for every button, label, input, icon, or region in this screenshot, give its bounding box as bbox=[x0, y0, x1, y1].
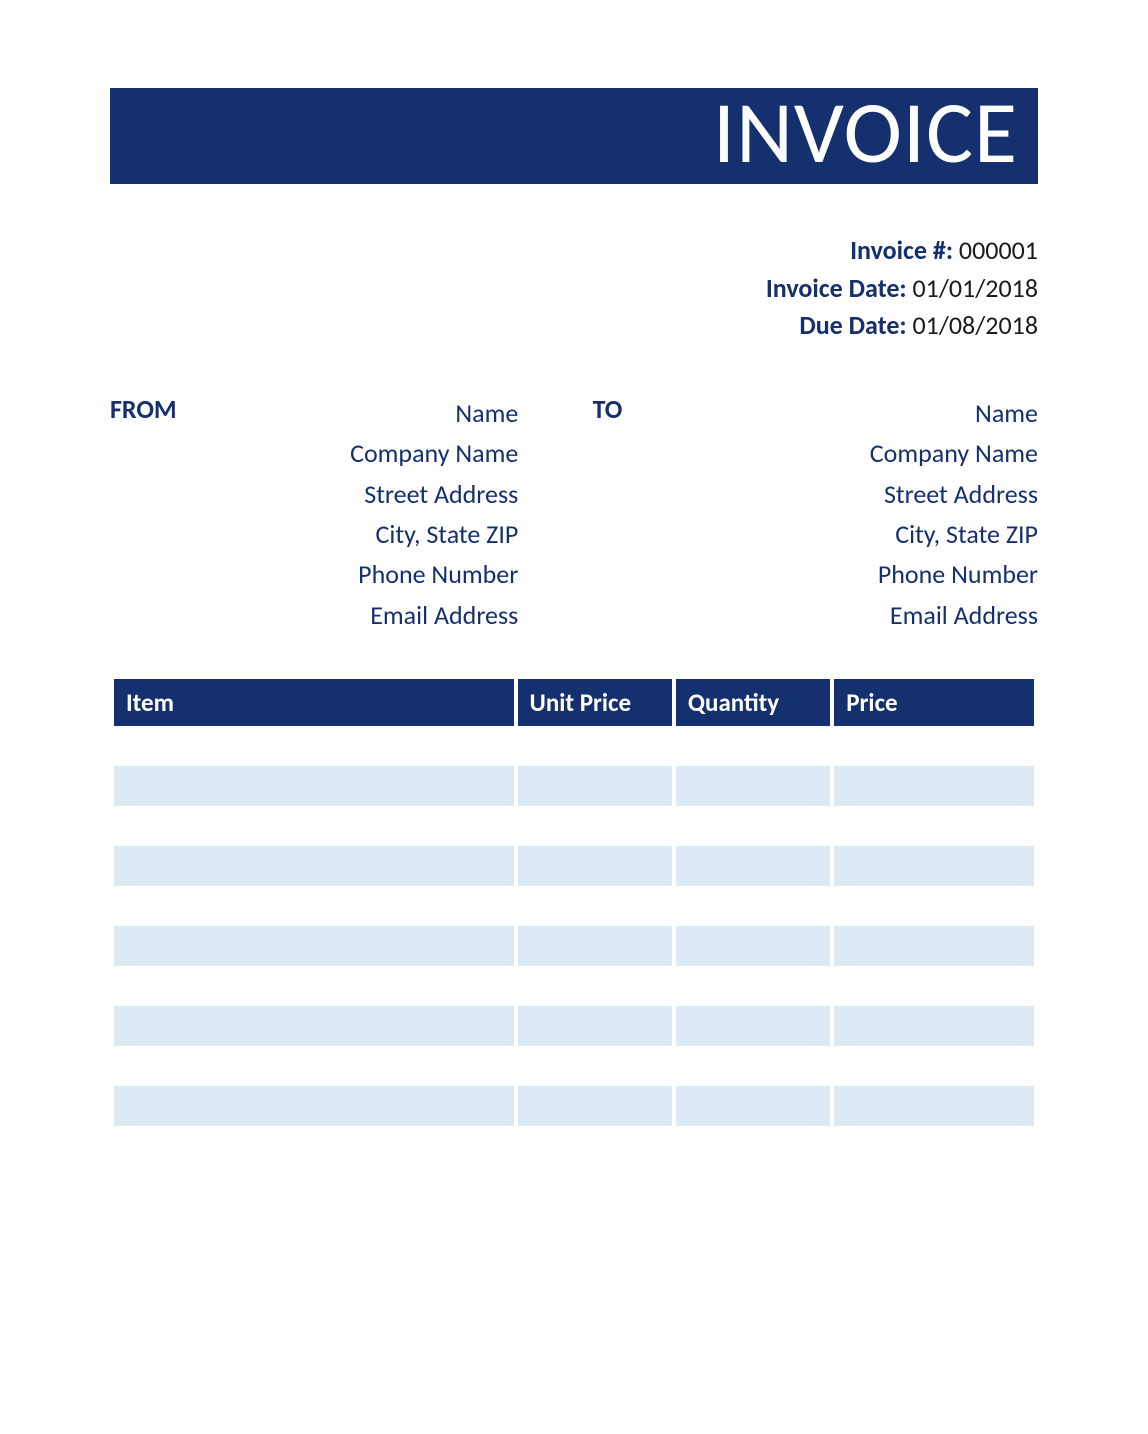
table-row bbox=[114, 766, 1034, 806]
cell-unit-price bbox=[518, 806, 672, 846]
invoice-date-line: Invoice Date: 01/01/2018 bbox=[110, 270, 1038, 308]
cell-price bbox=[834, 1086, 1034, 1126]
to-company: Company Name bbox=[697, 433, 1038, 473]
invoice-meta: Invoice #: 000001 Invoice Date: 01/01/20… bbox=[110, 232, 1038, 345]
table-row bbox=[114, 726, 1034, 766]
from-company: Company Name bbox=[214, 433, 518, 473]
cell-price bbox=[834, 966, 1034, 1006]
invoice-number-label: Invoice #: bbox=[850, 234, 953, 266]
cell-quantity bbox=[676, 806, 830, 846]
table-row bbox=[114, 966, 1034, 1006]
to-block: TO Name Company Name Street Address City… bbox=[593, 393, 1038, 635]
to-email: Email Address bbox=[697, 595, 1038, 635]
cell-unit-price bbox=[518, 766, 672, 806]
cell-unit-price bbox=[518, 966, 672, 1006]
cell-price bbox=[834, 1126, 1034, 1166]
invoice-date-value: 01/01/2018 bbox=[912, 272, 1038, 304]
cell-price bbox=[834, 846, 1034, 886]
cell-quantity bbox=[676, 1086, 830, 1126]
cell-item bbox=[114, 1086, 514, 1126]
invoice-page: INVOICE Invoice #: 000001 Invoice Date: … bbox=[0, 0, 1148, 1206]
cell-unit-price bbox=[518, 846, 672, 886]
cell-item bbox=[114, 766, 514, 806]
from-fields: Name Company Name Street Address City, S… bbox=[214, 393, 518, 635]
from-city-state-zip: City, State ZIP bbox=[214, 514, 518, 554]
from-name: Name bbox=[214, 393, 518, 433]
cell-quantity bbox=[676, 1126, 830, 1166]
cell-quantity bbox=[676, 966, 830, 1006]
table-row bbox=[114, 1086, 1034, 1126]
from-street: Street Address bbox=[214, 474, 518, 514]
party-row: FROM Name Company Name Street Address Ci… bbox=[110, 393, 1038, 635]
header-unit-price: Unit Price bbox=[518, 679, 672, 726]
table-header-row: Item Unit Price Quantity Price bbox=[114, 679, 1034, 726]
table-row bbox=[114, 926, 1034, 966]
from-block: FROM Name Company Name Street Address Ci… bbox=[110, 393, 518, 635]
to-street: Street Address bbox=[697, 474, 1038, 514]
cell-item bbox=[114, 726, 514, 766]
cell-price bbox=[834, 926, 1034, 966]
cell-item bbox=[114, 1046, 514, 1086]
due-date-label: Due Date: bbox=[799, 309, 906, 341]
cell-quantity bbox=[676, 1046, 830, 1086]
table-row bbox=[114, 1126, 1034, 1166]
due-date-value: 01/08/2018 bbox=[912, 309, 1038, 341]
invoice-title-banner: INVOICE bbox=[110, 88, 1038, 184]
table-row bbox=[114, 1006, 1034, 1046]
cell-quantity bbox=[676, 846, 830, 886]
header-price: Price bbox=[834, 679, 1034, 726]
cell-unit-price bbox=[518, 1126, 672, 1166]
cell-item bbox=[114, 846, 514, 886]
cell-quantity bbox=[676, 886, 830, 926]
cell-unit-price bbox=[518, 1086, 672, 1126]
to-label: TO bbox=[593, 393, 673, 635]
cell-unit-price bbox=[518, 1046, 672, 1086]
invoice-date-label: Invoice Date: bbox=[766, 272, 907, 304]
cell-price bbox=[834, 1046, 1034, 1086]
cell-item bbox=[114, 1126, 514, 1166]
items-table: Item Unit Price Quantity Price bbox=[110, 679, 1038, 1166]
invoice-title: INVOICE bbox=[713, 78, 1018, 186]
invoice-number-line: Invoice #: 000001 bbox=[110, 232, 1038, 270]
due-date-line: Due Date: 01/08/2018 bbox=[110, 307, 1038, 345]
table-row bbox=[114, 806, 1034, 846]
cell-price bbox=[834, 766, 1034, 806]
from-phone: Phone Number bbox=[214, 554, 518, 594]
cell-item bbox=[114, 806, 514, 846]
cell-unit-price bbox=[518, 726, 672, 766]
cell-price bbox=[834, 726, 1034, 766]
cell-item bbox=[114, 886, 514, 926]
cell-quantity bbox=[676, 766, 830, 806]
invoice-number-value: 000001 bbox=[959, 234, 1038, 266]
to-city-state-zip: City, State ZIP bbox=[697, 514, 1038, 554]
from-label: FROM bbox=[110, 393, 190, 635]
cell-quantity bbox=[676, 926, 830, 966]
to-name: Name bbox=[697, 393, 1038, 433]
cell-price bbox=[834, 806, 1034, 846]
cell-unit-price bbox=[518, 926, 672, 966]
cell-price bbox=[834, 886, 1034, 926]
cell-quantity bbox=[676, 1006, 830, 1046]
cell-item bbox=[114, 966, 514, 1006]
to-fields: Name Company Name Street Address City, S… bbox=[697, 393, 1038, 635]
to-phone: Phone Number bbox=[697, 554, 1038, 594]
cell-unit-price bbox=[518, 1006, 672, 1046]
table-row bbox=[114, 846, 1034, 886]
header-item: Item bbox=[114, 679, 514, 726]
from-email: Email Address bbox=[214, 595, 518, 635]
cell-quantity bbox=[676, 726, 830, 766]
table-row bbox=[114, 1046, 1034, 1086]
header-quantity: Quantity bbox=[676, 679, 830, 726]
cell-price bbox=[834, 1006, 1034, 1046]
table-row bbox=[114, 886, 1034, 926]
cell-item bbox=[114, 1006, 514, 1046]
cell-item bbox=[114, 926, 514, 966]
table-body bbox=[114, 726, 1034, 1166]
cell-unit-price bbox=[518, 886, 672, 926]
